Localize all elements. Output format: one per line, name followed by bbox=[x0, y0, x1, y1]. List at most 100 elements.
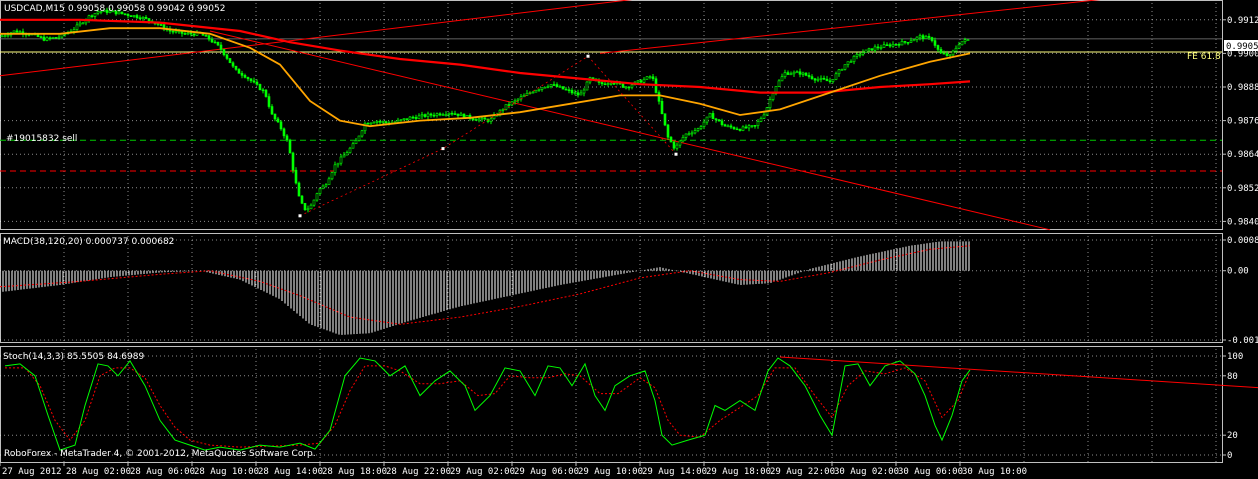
candle-body bbox=[264, 89, 268, 97]
candle-body bbox=[606, 83, 610, 85]
y-tick-label: 0.98400 bbox=[1227, 217, 1258, 227]
candle-body bbox=[183, 33, 187, 35]
candle-body bbox=[888, 44, 892, 47]
candle-body bbox=[291, 152, 295, 171]
candle-body bbox=[666, 124, 670, 138]
candle-body bbox=[408, 116, 412, 120]
candle-body bbox=[216, 41, 220, 46]
candle-body bbox=[639, 80, 643, 83]
candle-body bbox=[720, 120, 724, 125]
candle-body bbox=[948, 54, 952, 57]
candle-body bbox=[570, 90, 574, 94]
x-tick-label: 29 Aug 02:00 bbox=[450, 467, 515, 477]
candle-body bbox=[861, 52, 865, 55]
candle-body bbox=[624, 86, 628, 89]
candle-body bbox=[414, 117, 418, 119]
candle-body bbox=[603, 83, 607, 86]
candle-body bbox=[360, 130, 364, 137]
candle-body bbox=[552, 84, 556, 86]
candle-body bbox=[717, 119, 721, 122]
candle-body bbox=[312, 199, 316, 206]
candle-body bbox=[354, 140, 358, 145]
candle-body bbox=[693, 130, 697, 134]
candle-body bbox=[918, 35, 922, 38]
candle-body bbox=[780, 76, 784, 82]
candle-body bbox=[927, 36, 931, 38]
candle-body bbox=[471, 118, 475, 121]
candle-body bbox=[129, 15, 133, 17]
x-tick-label: 27 Aug 2012 bbox=[2, 467, 62, 477]
candle-body bbox=[789, 73, 793, 76]
candle-body bbox=[57, 36, 61, 39]
candle-body bbox=[294, 169, 298, 184]
candle-body bbox=[456, 113, 460, 116]
candle-body bbox=[768, 99, 772, 108]
y-tick-label: 0.98760 bbox=[1227, 117, 1258, 127]
candle-body bbox=[3, 35, 7, 37]
candle-body bbox=[279, 121, 283, 130]
candle-body bbox=[651, 76, 655, 80]
candle-body bbox=[42, 36, 46, 41]
candle-body bbox=[891, 43, 895, 47]
zigzag-point bbox=[441, 147, 445, 151]
candle-body bbox=[801, 72, 805, 75]
candle-body bbox=[636, 80, 640, 83]
candle-body bbox=[159, 24, 163, 26]
candle-body bbox=[657, 92, 661, 102]
candle-body bbox=[723, 124, 727, 127]
x-tick-label: 28 Aug 18:00 bbox=[322, 467, 387, 477]
candle-body bbox=[309, 204, 313, 210]
candle-body bbox=[690, 132, 694, 135]
candle-body bbox=[342, 154, 346, 158]
zigzag-point bbox=[674, 152, 678, 156]
candle-body bbox=[837, 69, 841, 75]
candle-body bbox=[924, 36, 928, 39]
candle-body bbox=[261, 89, 265, 92]
x-tick-label: 28 Aug 22:00 bbox=[386, 467, 451, 477]
x-tick-label: 28 Aug 14:00 bbox=[258, 467, 323, 477]
candle-body bbox=[900, 41, 904, 46]
candle-body bbox=[375, 120, 379, 123]
candle-body bbox=[318, 188, 322, 194]
candle-body bbox=[504, 104, 508, 110]
candle-body bbox=[213, 41, 217, 44]
candle-body bbox=[75, 24, 79, 30]
candle-body bbox=[885, 44, 889, 47]
candle-body bbox=[300, 195, 304, 204]
candle-body bbox=[840, 69, 844, 71]
candle-body bbox=[576, 92, 580, 96]
stoch-title: Stoch(14,3,3) 85.5505 84.6989 bbox=[3, 352, 144, 362]
candle-body bbox=[540, 87, 544, 90]
candle-body bbox=[243, 75, 247, 78]
candle-body bbox=[231, 62, 235, 67]
candle-body bbox=[876, 46, 880, 49]
candle-body bbox=[858, 53, 862, 56]
candle-body bbox=[711, 113, 715, 120]
candle-body bbox=[39, 36, 43, 38]
y-tick-label: 20 bbox=[1227, 431, 1238, 441]
candle-body bbox=[546, 86, 550, 88]
candle-body bbox=[681, 137, 685, 142]
candle-body bbox=[708, 113, 712, 118]
candle-body bbox=[852, 55, 856, 62]
candle-body bbox=[51, 37, 55, 39]
candle-body bbox=[228, 58, 232, 64]
mt4-chart[interactable]: 0.991200.990000.988800.987600.986400.985… bbox=[0, 0, 1258, 479]
candle-body bbox=[930, 37, 934, 41]
candle-body bbox=[315, 193, 319, 201]
candle-body bbox=[285, 135, 289, 141]
candle-body bbox=[819, 77, 823, 80]
x-tick-label: 29 Aug 22:00 bbox=[770, 467, 835, 477]
candle-body bbox=[54, 37, 58, 39]
candle-body bbox=[447, 112, 451, 115]
candle-body bbox=[567, 89, 571, 92]
candle-body bbox=[399, 119, 403, 121]
candle-body bbox=[0, 35, 4, 38]
candle-body bbox=[582, 89, 586, 94]
x-tick-label: 29 Aug 10:00 bbox=[578, 467, 643, 477]
candle-body bbox=[534, 89, 538, 93]
candle-body bbox=[828, 80, 832, 83]
candle-body bbox=[171, 30, 175, 33]
candle-body bbox=[834, 73, 838, 80]
x-tick-label: 29 Aug 06:00 bbox=[514, 467, 579, 477]
